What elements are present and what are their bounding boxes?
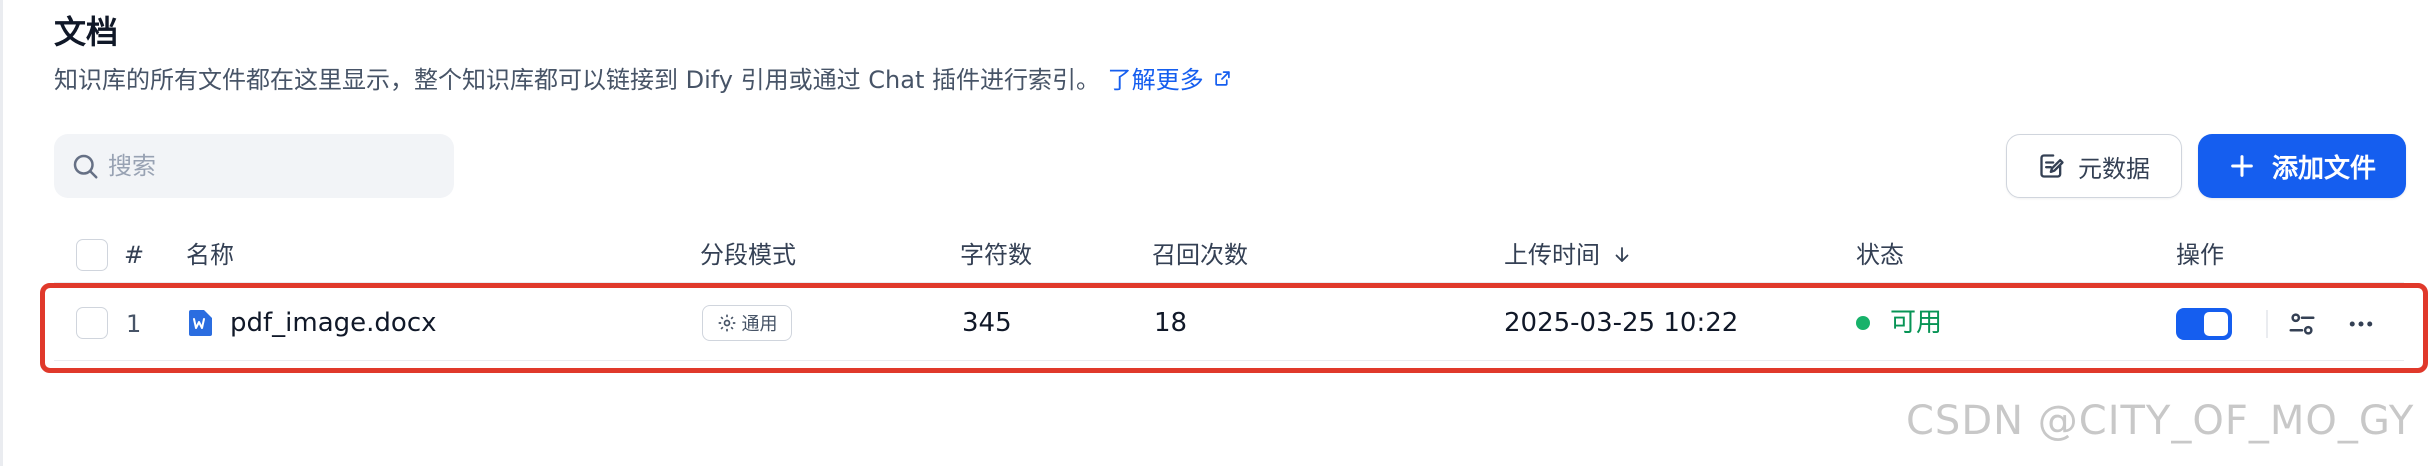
select-all-checkbox[interactable] (76, 239, 108, 271)
column-index: # (124, 241, 145, 269)
watermark: CSDN @CITY_OF_MO_GY (1906, 398, 2415, 444)
upload-time-label: 上传时间 (1504, 241, 1600, 269)
add-file-label: 添加文件 (2271, 153, 2376, 184)
documents-page: 文档 知识库的所有文件都在这里显示，整个知识库都可以链接到 Dify 引用或通过… (0, 0, 2430, 466)
metadata-icon (2040, 154, 2064, 178)
search-box[interactable] (54, 134, 454, 198)
external-link-icon (1215, 71, 1230, 86)
search-icon (73, 154, 98, 179)
column-name: 名称 (186, 241, 234, 269)
add-file-button[interactable]: 添加文件 (2198, 134, 2406, 198)
column-upload-time[interactable]: 上传时间 (1504, 238, 1632, 272)
search-input[interactable] (108, 152, 438, 180)
column-recall: 召回次数 (1152, 241, 1248, 269)
metadata-label: 元数据 (2078, 154, 2150, 183)
sidebar-divider (0, 0, 3, 466)
arrow-down-icon (1615, 247, 1629, 262)
learn-more-label: 了解更多 (1107, 66, 1204, 94)
page-description: 知识库的所有文件都在这里显示，整个知识库都可以链接到 Dify 引用或通过 Ch… (54, 62, 1231, 98)
plus-icon (2231, 155, 2253, 177)
column-chars: 字符数 (960, 241, 1032, 269)
highlight-outline (40, 283, 2428, 373)
column-chunk-mode: 分段模式 (700, 241, 796, 269)
metadata-button[interactable]: 元数据 (2006, 134, 2182, 198)
column-actions: 操作 (2176, 241, 2224, 269)
learn-more-link[interactable]: 了解更多 (1108, 66, 1232, 94)
page-title: 文档 (54, 13, 119, 51)
description-text: 知识库的所有文件都在这里显示，整个知识库都可以链接到 Dify 引用或通过 Ch… (54, 66, 1100, 94)
column-status: 状态 (1856, 241, 1904, 269)
